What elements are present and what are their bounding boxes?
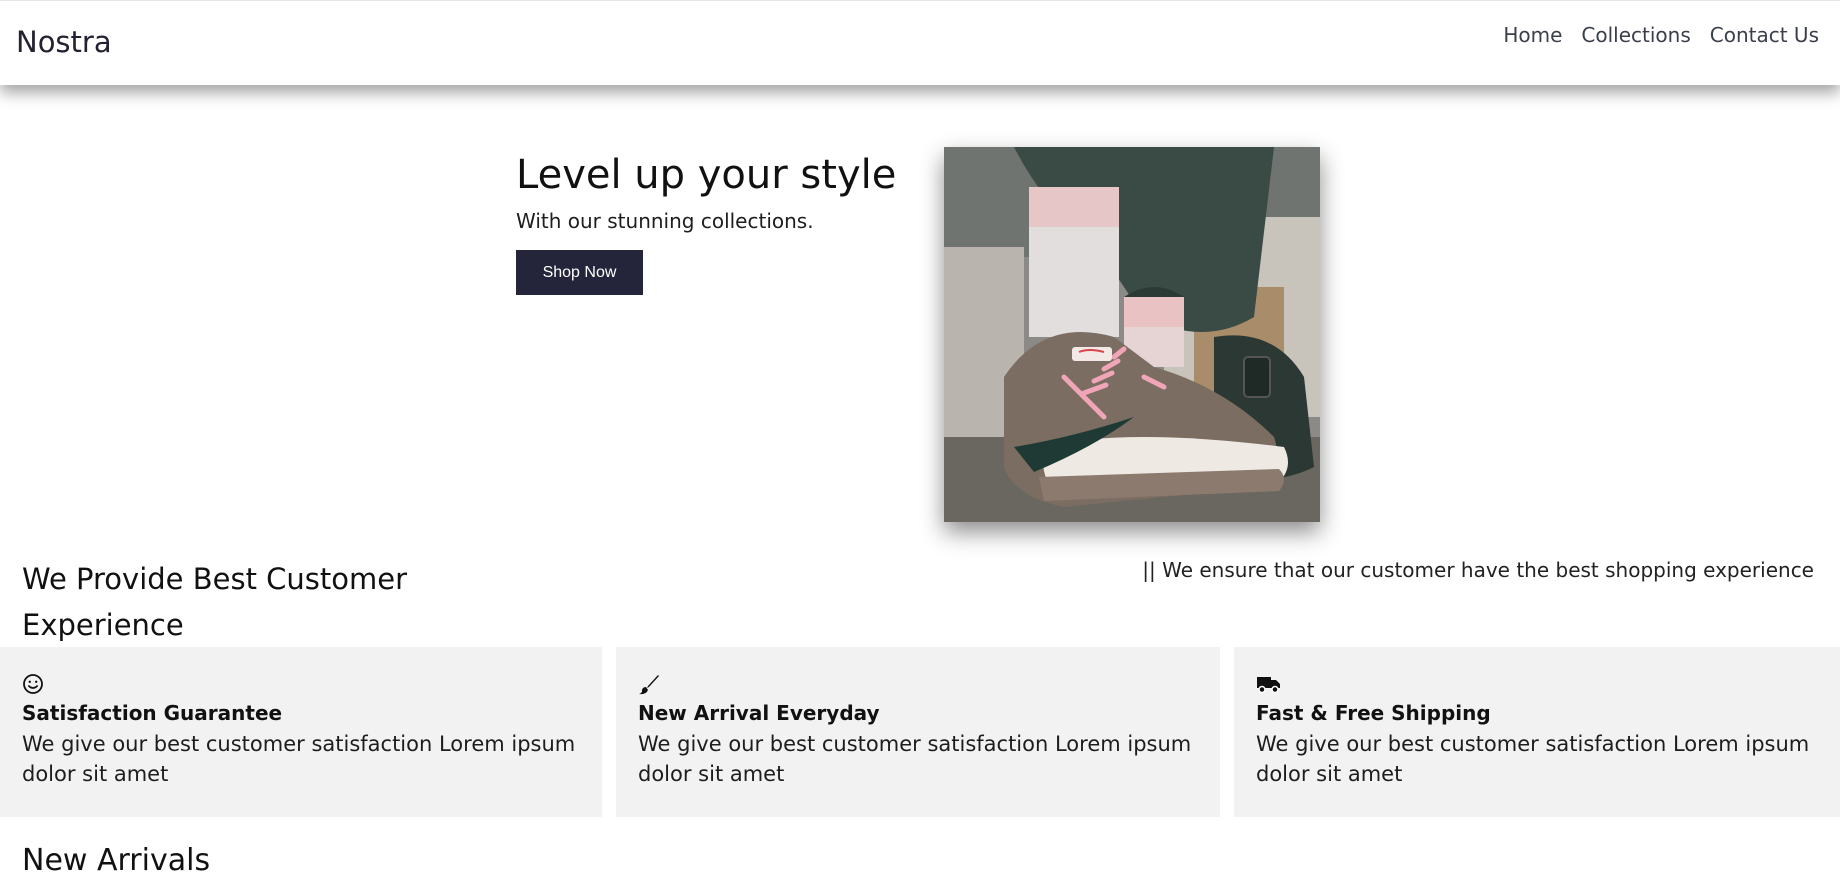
brand-logo[interactable]: Nostra (16, 25, 112, 59)
top-navbar: Nostra Home Collections Contact Us (0, 0, 1840, 85)
feature-description: We give our best customer satisfaction L… (1256, 732, 1810, 786)
new-arrivals-heading: New Arrivals (22, 843, 211, 878)
feature-description: We give our best customer satisfaction L… (22, 732, 576, 786)
hero-sneaker-image (944, 147, 1320, 522)
feature-card-new-arrival: New Arrival Everyday We give our best cu… (616, 647, 1220, 817)
nav-links: Home Collections Contact Us (1503, 23, 1819, 47)
feature-title: Fast & Free Shipping (1256, 701, 1491, 725)
features-section: Satisfaction Guarantee We give our best … (0, 647, 1840, 817)
paintbrush-icon (638, 673, 660, 695)
hero-title: Level up your style (516, 152, 897, 198)
feature-title: Satisfaction Guarantee (22, 701, 283, 725)
sneaker-photo-illustration (944, 147, 1320, 522)
feature-card-shipping: Fast & Free Shipping We give our best cu… (1234, 647, 1840, 817)
experience-heading: We Provide Best Customer Experience (22, 562, 408, 642)
smile-icon (22, 673, 44, 695)
nav-link-home[interactable]: Home (1503, 23, 1562, 47)
shop-now-button[interactable]: Shop Now (516, 250, 643, 295)
experience-note: || We ensure that our customer have the … (1142, 558, 1814, 582)
feature-card-satisfaction: Satisfaction Guarantee We give our best … (0, 647, 602, 817)
truck-icon (1256, 673, 1280, 695)
feature-title: New Arrival Everyday (638, 701, 880, 725)
nav-link-collections[interactable]: Collections (1581, 23, 1690, 47)
nav-link-contact-us[interactable]: Contact Us (1710, 23, 1819, 47)
feature-description: We give our best customer satisfaction L… (638, 732, 1192, 786)
hero-subtitle: With our stunning collections. (516, 209, 814, 233)
